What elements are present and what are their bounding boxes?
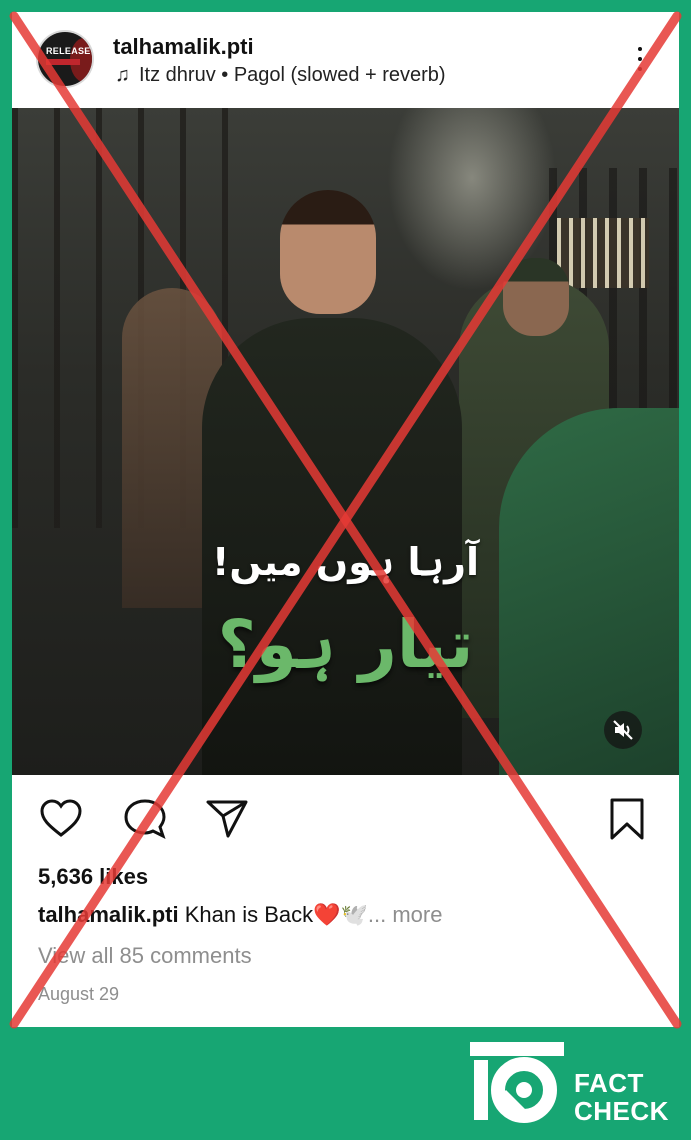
avatar[interactable]: RELEASE	[38, 32, 92, 86]
post-image[interactable]: آرہا ہوں میں! تیار ہو؟	[12, 108, 679, 775]
post-actions	[12, 796, 679, 846]
fact-check-logo: FACT CHECK	[466, 1038, 681, 1130]
post-caption: talhamalik.pti Khan is Back❤️🕊️... more	[38, 902, 442, 928]
post-username[interactable]: talhamalik.pti	[113, 34, 254, 60]
view-comments-link[interactable]: View all 85 comments	[38, 943, 252, 969]
image-text-line1: آرہا ہوں میں!	[212, 540, 479, 584]
post-date: August 29	[38, 984, 120, 1004]
logo-emblem-icon	[470, 1042, 564, 1123]
bookmark-icon[interactable]	[604, 796, 650, 842]
image-text-line2: تیار ہو؟	[217, 606, 474, 683]
send-icon[interactable]	[204, 796, 250, 842]
music-attribution[interactable]: ♫ Itz dhruv • Pagol (slowed + reverb)	[115, 64, 446, 87]
logo-word-check: CHECK	[574, 1096, 669, 1126]
comment-icon[interactable]	[122, 796, 168, 842]
avatar-label: RELEASE	[46, 46, 91, 56]
caption-text: Khan is Back	[178, 902, 314, 927]
heart-icon[interactable]	[38, 796, 84, 842]
caption-emoji: ❤️🕊️	[313, 902, 368, 927]
post-header: RELEASE talhamalik.pti ♫ Itz dhruv • Pago…	[12, 12, 679, 108]
caption-more-link[interactable]: ... more	[368, 902, 443, 927]
mute-icon[interactable]	[604, 711, 642, 749]
logo-word-fact: FACT	[574, 1068, 644, 1098]
likes-count[interactable]: 5,636 likes	[38, 864, 148, 890]
caption-username[interactable]: talhamalik.pti	[38, 902, 179, 927]
music-note-icon: ♫	[115, 64, 130, 86]
instagram-post-card: RELEASE talhamalik.pti ♫ Itz dhruv • Pago…	[12, 12, 679, 1027]
music-text: Itz dhruv • Pagol (slowed + reverb)	[139, 64, 446, 86]
more-options-icon[interactable]	[635, 44, 645, 74]
